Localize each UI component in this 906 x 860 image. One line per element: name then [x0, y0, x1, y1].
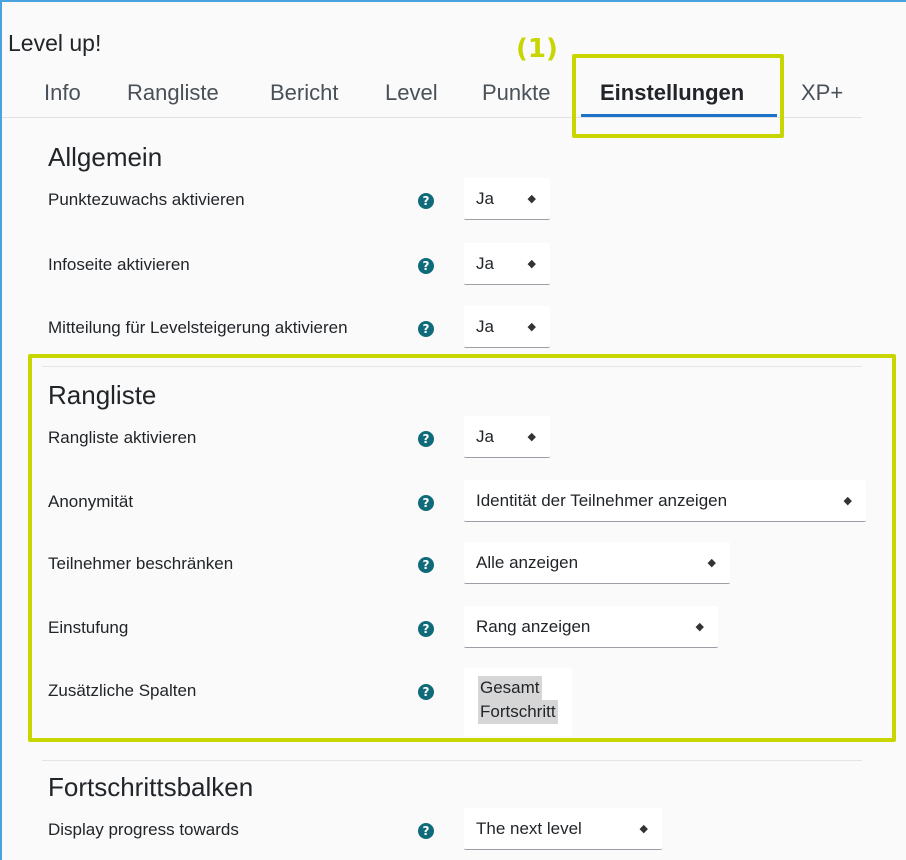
sort-arrows-icon: ◆	[527, 193, 536, 205]
sort-arrows-icon: ◆	[695, 621, 704, 633]
sort-arrows-icon: ◆	[639, 823, 648, 835]
sort-arrows-icon: ◆	[843, 495, 852, 507]
multiselect-option[interactable]: Fortschritt	[478, 700, 558, 724]
tab-bericht[interactable]: Bericht	[270, 80, 338, 106]
help-icon[interactable]: ?	[418, 823, 434, 839]
tab-punkte[interactable]: Punkte	[482, 80, 551, 106]
row-label: Infoseite aktivieren	[48, 255, 190, 274]
row-label: Zusätzliche Spalten	[48, 681, 197, 700]
select-infoseite[interactable]: Ja ◆	[464, 243, 550, 285]
help-icon[interactable]: ?	[418, 621, 434, 637]
sort-arrows-icon: ◆	[527, 258, 536, 270]
sort-arrows-icon: ◆	[527, 431, 536, 443]
multiselect-zusaetzliche-spalten[interactable]: Gesamt Fortschritt	[464, 668, 572, 736]
help-icon[interactable]: ?	[418, 557, 434, 573]
select-anonymitaet[interactable]: Identität der Teilnehmer anzeigen ◆	[464, 480, 866, 522]
tab-xp-plus[interactable]: XP+	[801, 80, 843, 106]
sort-arrows-icon: ◆	[527, 321, 536, 333]
help-icon[interactable]: ?	[418, 258, 434, 274]
help-icon[interactable]: ?	[418, 684, 434, 700]
help-icon[interactable]: ?	[418, 193, 434, 209]
multiselect-option[interactable]: Gesamt	[478, 676, 542, 700]
section-title-ranking: Rangliste	[48, 380, 157, 410]
select-display-progress[interactable]: The next level ◆	[464, 808, 662, 850]
tab-rangliste[interactable]: Rangliste	[127, 80, 219, 106]
sort-arrows-icon: ◆	[707, 557, 716, 569]
help-icon[interactable]: ?	[418, 431, 434, 447]
select-teilnehmer-beschraenken[interactable]: Alle anzeigen ◆	[464, 542, 730, 584]
row-label: Teilnehmer beschränken	[48, 554, 234, 573]
select-rangliste-aktivieren[interactable]: Ja ◆	[464, 416, 550, 458]
row-label: Einstufung	[48, 618, 129, 637]
select-punktezuwachs[interactable]: Ja ◆	[464, 178, 550, 220]
row-label: Mitteilung für Levelsteigerung aktiviere…	[48, 318, 348, 337]
section-divider	[42, 760, 862, 761]
tab-info[interactable]: Info	[44, 80, 81, 106]
help-icon[interactable]: ?	[418, 321, 434, 337]
row-label: Punktezuwachs aktivieren	[48, 190, 245, 209]
section-title-progress: Fortschrittsbalken	[48, 772, 254, 802]
row-label: Rangliste aktivieren	[48, 428, 197, 447]
highlight-box-tab	[572, 54, 784, 138]
tab-level[interactable]: Level	[385, 80, 438, 106]
page-title: Level up!	[8, 30, 102, 56]
section-title-general: Allgemein	[48, 142, 163, 172]
row-label: Anonymität	[48, 492, 134, 511]
plugin-frame: Level up! (1) Info Rangliste Bericht Lev…	[0, 0, 906, 860]
annotation-label: (1)	[516, 34, 558, 64]
select-einstufung[interactable]: Rang anzeigen ◆	[464, 606, 718, 648]
select-levelsteigerung[interactable]: Ja ◆	[464, 306, 550, 348]
help-icon[interactable]: ?	[418, 495, 434, 511]
row-label: Display progress towards	[48, 820, 239, 839]
